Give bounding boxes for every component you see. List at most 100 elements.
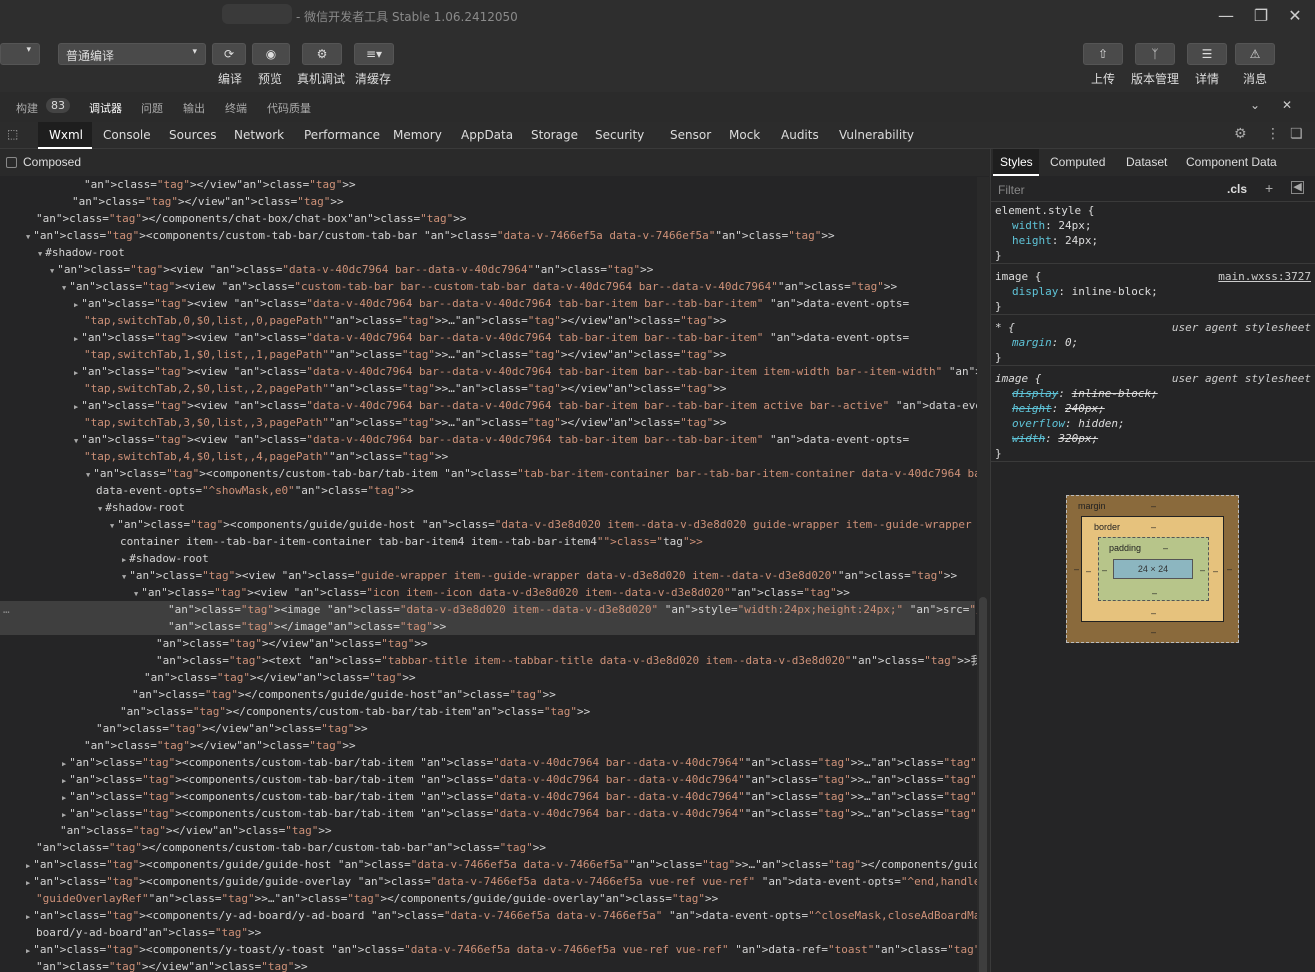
version-button[interactable]: ᛉ — [1135, 43, 1175, 65]
tab-computed[interactable]: Computed — [1050, 155, 1105, 169]
tab-code-quality[interactable]: 代码质量 — [267, 100, 311, 116]
filter-input[interactable]: Filter — [998, 183, 1025, 197]
compile-mode-select[interactable]: 普通编译 ▾ — [58, 43, 206, 65]
dom-node[interactable]: ▶ "an">class="tag"><components/y-toast/y-… — [0, 941, 989, 958]
dom-node[interactable]: "tap,switchTab,4,$0,list,,4,pagePath""an… — [0, 448, 975, 465]
expand-triangle-icon[interactable]: ▶ — [62, 811, 66, 819]
tab-console[interactable]: Console — [103, 128, 151, 142]
minimize-icon[interactable]: — — [1216, 6, 1236, 26]
more-icon[interactable]: ⋮ — [1266, 126, 1280, 142]
tab-mock[interactable]: Mock — [729, 128, 760, 142]
inspect-icon[interactable]: ⬚ — [7, 127, 18, 141]
dom-node[interactable]: ▶ "an">class="tag"><components/y-ad-board… — [0, 907, 989, 924]
remote-debug-button[interactable]: ⚙ — [302, 43, 342, 65]
tab-vulnerability[interactable]: Vulnerability — [839, 128, 914, 142]
tab-component-data[interactable]: Component Data — [1186, 155, 1277, 169]
collapse-triangle-icon[interactable]: ▼ — [50, 267, 54, 275]
css-declaration[interactable]: height: 240px; — [991, 401, 1315, 416]
dom-node[interactable]: ▼ "an">class="tag"><components/custom-tab… — [0, 465, 989, 482]
collapse-triangle-icon[interactable]: ▼ — [38, 250, 42, 258]
tab-sensor[interactable]: Sensor — [670, 128, 711, 142]
dom-node[interactable]: "an">class="tag"></view"an">class="tag">… — [0, 635, 975, 652]
dom-node[interactable]: ▶ "an">class="tag"><components/custom-tab… — [0, 754, 989, 771]
dom-node[interactable]: data-event-opts="^showMask,e0""an">class… — [0, 482, 975, 499]
mode-dropdown[interactable]: ▾ — [0, 43, 40, 65]
dom-node-selected[interactable]: "an">class="tag"><image "an">class="data… — [0, 601, 989, 618]
dom-node[interactable]: "an">class="tag"></view"an">class="tag">… — [0, 193, 975, 210]
expand-triangle-icon[interactable]: ▶ — [74, 301, 78, 309]
collapse-triangle-icon[interactable]: ▼ — [26, 233, 30, 241]
tab-storage[interactable]: Storage — [531, 128, 578, 142]
expand-triangle-icon[interactable]: ▶ — [26, 879, 30, 887]
preview-button[interactable]: ◉ — [252, 43, 290, 65]
dom-node[interactable]: ▼ #shadow-root — [0, 244, 975, 261]
css-declaration[interactable]: width: 24px; — [991, 218, 1315, 233]
expand-triangle-icon[interactable]: ▶ — [26, 862, 30, 870]
clear-cache-button[interactable]: ≡▾ — [354, 43, 394, 65]
dom-node[interactable]: ▼ "an">class="tag"><view "an">class="data… — [0, 431, 975, 448]
restore-icon[interactable]: ❐ — [1251, 6, 1271, 26]
tab-terminal[interactable]: 终端 — [225, 100, 247, 116]
tab-audits[interactable]: Audits — [781, 128, 819, 142]
dom-node[interactable]: ▼ "an">class="tag"><view "an">class="icon… — [0, 584, 975, 601]
expand-triangle-icon[interactable]: ▶ — [62, 760, 66, 768]
dom-node[interactable]: "an">class="tag"></components/custom-tab… — [0, 839, 975, 856]
dom-node[interactable]: ▶ "an">class="tag"><components/custom-tab… — [0, 771, 989, 788]
dom-node[interactable]: ▼ "an">class="tag"><components/custom-tab… — [0, 227, 975, 244]
close-panel-icon[interactable]: ✕ — [1282, 98, 1292, 112]
add-rule-icon[interactable]: + — [1265, 180, 1273, 196]
details-button[interactable]: ☰ — [1187, 43, 1227, 65]
dom-node-selected[interactable]: "an">class="tag"></image"an">class="tag"… — [0, 618, 975, 635]
dom-node[interactable]: "an">class="tag"></view"an">class="tag">… — [0, 737, 975, 754]
dom-node[interactable]: ▶ "an">class="tag"><view "an">class="data… — [0, 397, 989, 414]
expand-triangle-icon[interactable]: ▶ — [74, 335, 78, 343]
collapse-triangle-icon[interactable]: ▼ — [98, 505, 102, 513]
dom-node[interactable]: "tap,switchTab,1,$0,list,,1,pagePath""an… — [0, 346, 975, 363]
expand-triangle-icon[interactable]: ▶ — [122, 556, 126, 564]
dom-node[interactable]: ▶ "an">class="tag"><components/guide/guid… — [0, 873, 989, 890]
expand-triangle-icon[interactable]: ▶ — [74, 403, 78, 411]
css-declaration[interactable]: display: inline-block; — [991, 284, 1315, 299]
dom-node[interactable]: ▶ "an">class="tag"><components/guide/guid… — [0, 856, 989, 873]
collapse-triangle-icon[interactable]: ▼ — [86, 471, 90, 479]
tab-output[interactable]: 输出 — [183, 100, 205, 116]
dock-icon[interactable]: ❏ — [1290, 126, 1303, 142]
close-icon[interactable]: ✕ — [1285, 6, 1305, 26]
tab-wxml[interactable]: Wxml — [49, 128, 83, 142]
dom-node[interactable]: ▼ "an">class="tag"><view "an">class="data… — [0, 261, 975, 278]
expand-triangle-icon[interactable]: ▶ — [62, 777, 66, 785]
toggle-sidebar-icon[interactable]: ◀ — [1291, 181, 1304, 194]
expand-triangle-icon[interactable]: ▶ — [62, 794, 66, 802]
dom-node[interactable]: ▶ "an">class="tag"><view "an">class="data… — [0, 363, 989, 380]
scrollbar[interactable] — [977, 177, 989, 972]
dom-node[interactable]: "tap,switchTab,3,$0,list,,3,pagePath""an… — [0, 414, 975, 431]
gear-icon[interactable]: ⚙ — [1234, 126, 1247, 142]
css-declaration[interactable]: width: 320px; — [991, 431, 1315, 446]
dom-node[interactable]: "an">class="tag"></view"an">class="tag">… — [0, 176, 975, 193]
expand-triangle-icon[interactable]: ▶ — [74, 369, 78, 377]
collapse-triangle-icon[interactable]: ▼ — [110, 522, 114, 530]
composed-checkbox[interactable] — [6, 157, 17, 168]
cls-toggle[interactable]: .cls — [1227, 182, 1247, 196]
dom-node[interactable]: ▶ #shadow-root — [0, 550, 975, 567]
dom-node[interactable]: ▶ "an">class="tag"><components/custom-tab… — [0, 805, 989, 822]
dom-node[interactable]: ▼ "an">class="tag"><components/guide/guid… — [0, 516, 989, 533]
compile-button[interactable]: ⟳ — [212, 43, 246, 65]
dom-node[interactable]: ▶ "an">class="tag"><components/custom-tab… — [0, 788, 989, 805]
css-declaration[interactable]: margin: 0; — [991, 335, 1315, 350]
dom-node[interactable]: board/y-ad-board"an">class="tag">> — [0, 924, 975, 941]
dom-node[interactable]: "an">class="tag"></components/chat-box/c… — [0, 210, 975, 227]
dom-node[interactable]: ▶ "an">class="tag"><view "an">class="data… — [0, 329, 975, 346]
tab-sources[interactable]: Sources — [169, 128, 216, 142]
tab-dataset[interactable]: Dataset — [1126, 155, 1167, 169]
collapse-triangle-icon[interactable]: ▼ — [74, 437, 78, 445]
dom-node[interactable]: ▶ "an">class="tag"><view "an">class="data… — [0, 295, 975, 312]
tab-debugger[interactable]: 调试器 — [89, 100, 122, 116]
tab-styles[interactable]: Styles — [1000, 155, 1033, 169]
tab-performance[interactable]: Performance — [304, 128, 380, 142]
upload-button[interactable]: ⇧ — [1083, 43, 1123, 65]
tab-problems[interactable]: 问题 — [141, 100, 163, 116]
expand-triangle-icon[interactable]: ▶ — [26, 913, 30, 921]
dom-node[interactable]: "an">class="tag"></view"an">class="tag">… — [0, 669, 975, 686]
css-declaration[interactable]: display: inline-block; — [991, 386, 1315, 401]
